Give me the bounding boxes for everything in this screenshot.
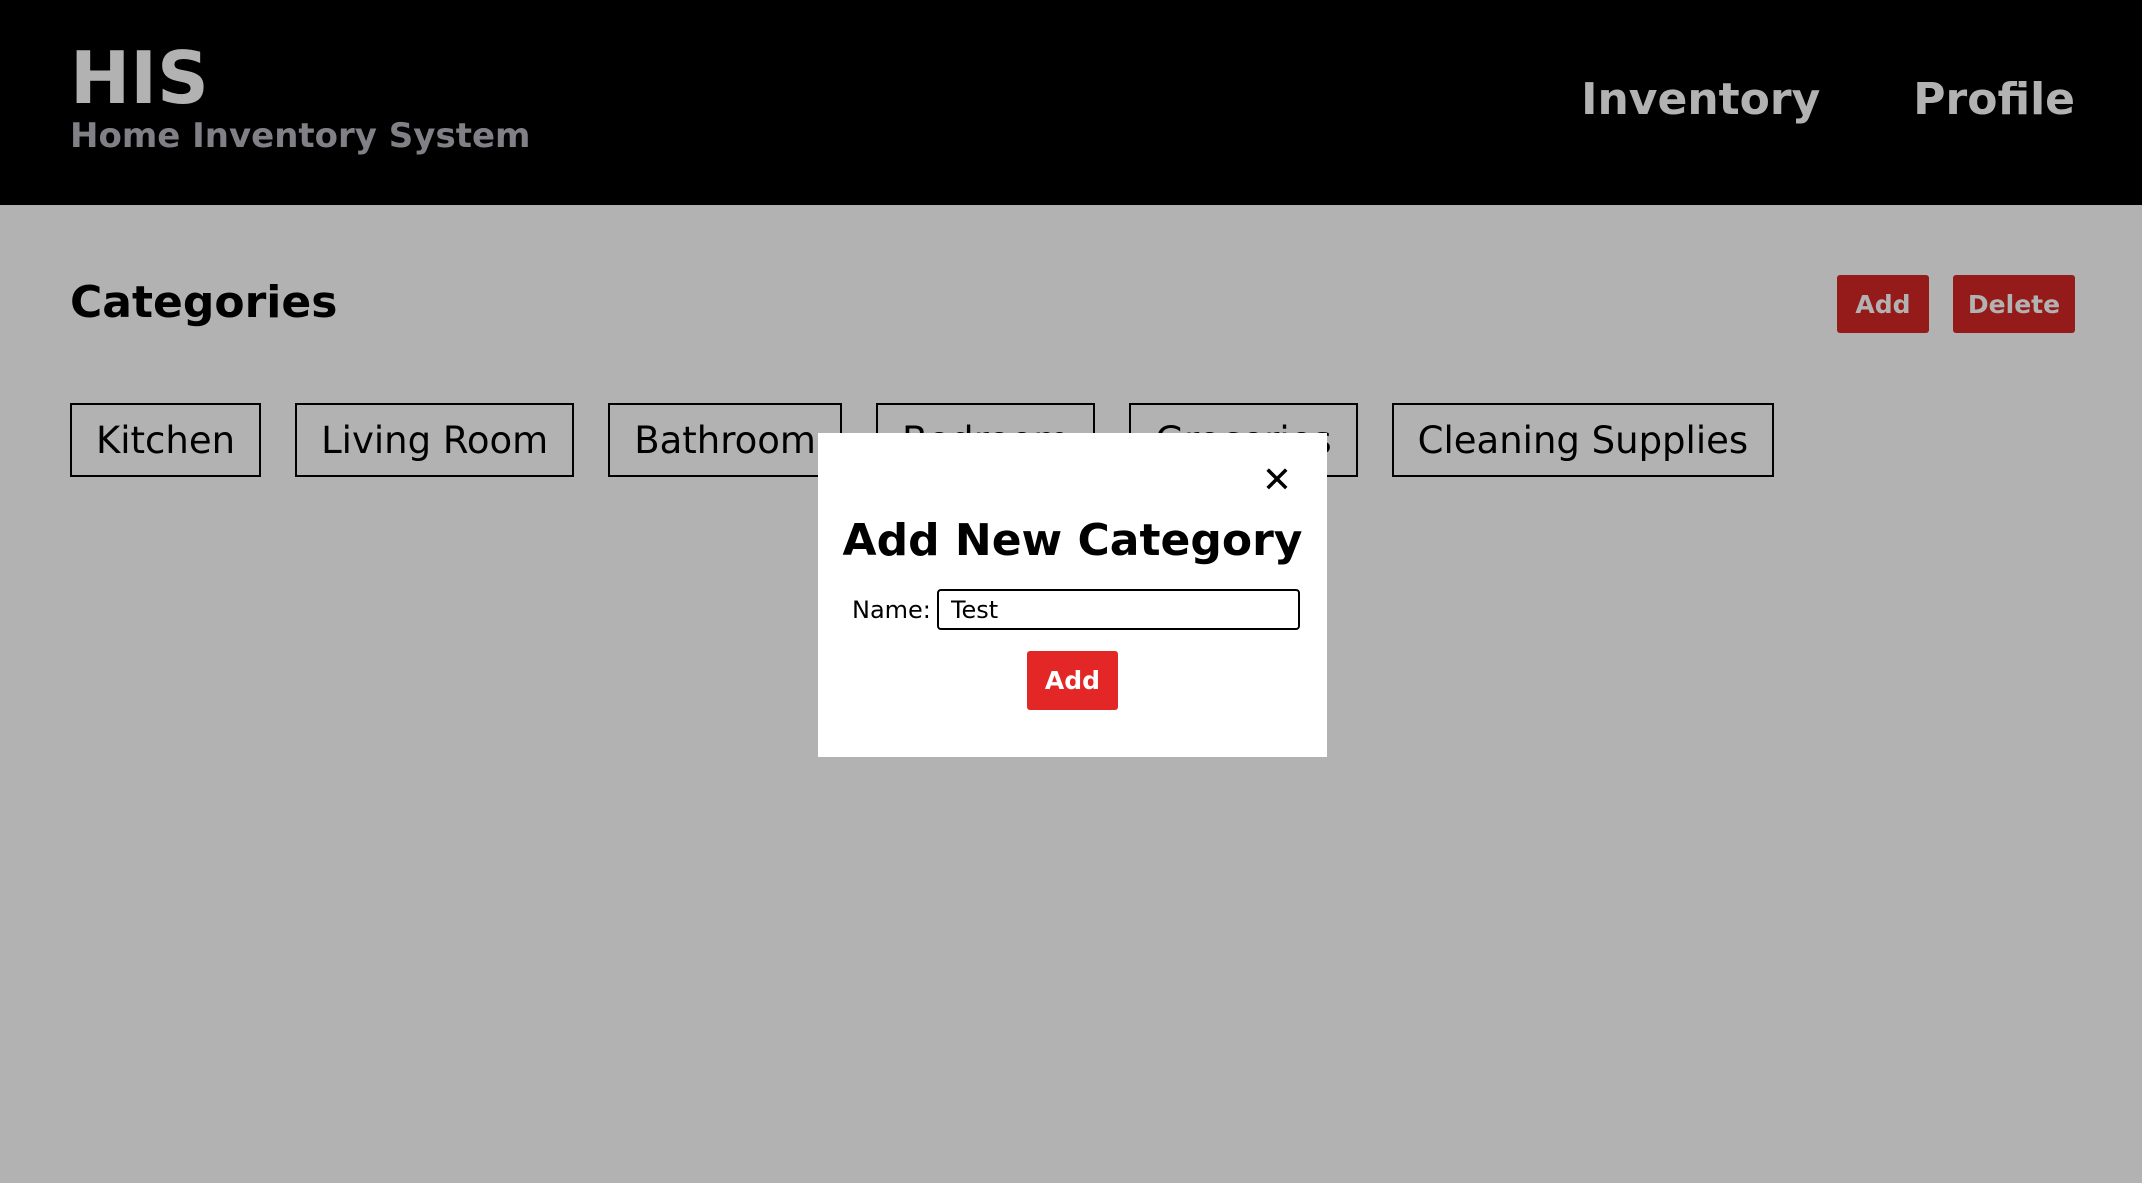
app-root: HIS Home Inventory System Inventory Prof…: [0, 0, 2142, 1183]
modal-title: Add New Category: [842, 515, 1303, 566]
modal-add-button[interactable]: Add: [1027, 651, 1118, 710]
add-category-modal: ✕ Add New Category Name: Add: [818, 433, 1327, 757]
close-icon[interactable]: ✕: [1262, 463, 1292, 499]
name-field-row: Name:: [852, 589, 1300, 630]
category-name-input[interactable]: [936, 589, 1300, 630]
name-label: Name:: [852, 595, 931, 624]
